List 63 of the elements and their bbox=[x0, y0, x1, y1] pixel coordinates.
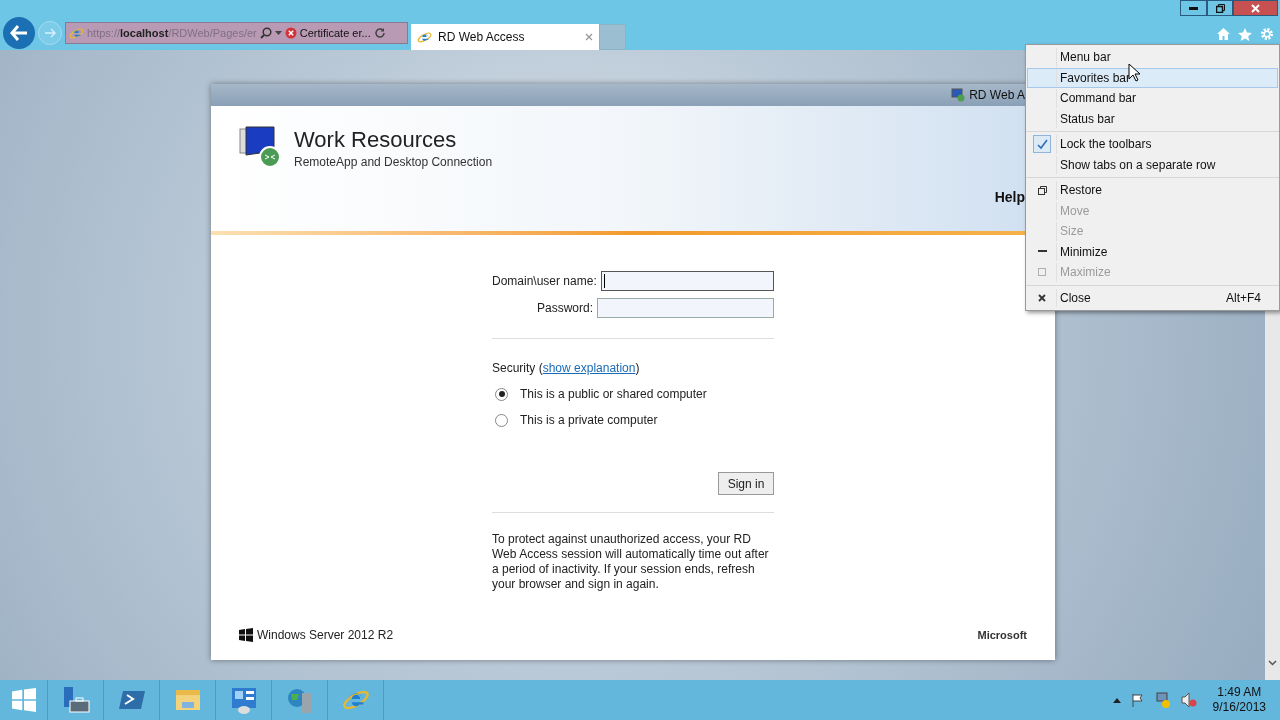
security-label: Security (show explanation) bbox=[492, 360, 641, 377]
menu-item[interactable]: Command bar bbox=[1027, 88, 1278, 109]
error-icon bbox=[284, 27, 297, 39]
certificate-error-text[interactable]: Certificate er... bbox=[299, 24, 371, 42]
menu-item[interactable]: Show tabs on a separate row bbox=[1027, 154, 1278, 175]
radio-button[interactable] bbox=[495, 387, 508, 401]
radio-label: This is a public or shared computer bbox=[520, 386, 707, 403]
star-icon[interactable] bbox=[1238, 27, 1252, 41]
mouse-cursor-icon bbox=[1128, 63, 1140, 82]
browser-tab[interactable]: RD Web Access bbox=[411, 24, 599, 50]
menu-item[interactable]: Lock the toolbars bbox=[1027, 134, 1278, 155]
refresh-icon[interactable] bbox=[373, 27, 386, 39]
restore-button[interactable] bbox=[1207, 0, 1233, 16]
radio-label: This is a private computer bbox=[520, 412, 658, 429]
show-hidden-icons[interactable] bbox=[1112, 697, 1121, 703]
minimize-icon bbox=[1189, 6, 1198, 10]
help-link[interactable]: Help bbox=[994, 187, 1025, 208]
windows-logo-icon bbox=[239, 628, 253, 642]
menu-item[interactable]: Restore bbox=[1027, 180, 1278, 201]
restore-icon bbox=[1215, 3, 1225, 13]
radio-button[interactable] bbox=[495, 413, 508, 427]
product-name: Windows Server 2012 R2 bbox=[257, 627, 394, 644]
clock-date[interactable]: 9/16/2013 bbox=[1212, 700, 1266, 715]
brand-name: Microsoft bbox=[977, 627, 1027, 643]
text-field[interactable] bbox=[600, 271, 774, 291]
close-tab-icon[interactable] bbox=[585, 33, 593, 41]
page-title: Work Resources bbox=[294, 127, 458, 153]
clock-time[interactable]: 1:49 AM bbox=[1217, 685, 1262, 700]
close-icon bbox=[1251, 3, 1260, 13]
menu-item[interactable]: Status bar bbox=[1027, 108, 1278, 129]
maximize-icon bbox=[1038, 268, 1046, 277]
scroll-down-icon[interactable] bbox=[1268, 660, 1277, 666]
menu-item[interactable]: Minimize bbox=[1027, 241, 1278, 262]
close-button[interactable] bbox=[1233, 0, 1278, 16]
shortcut-text: Alt+F4 bbox=[1226, 289, 1262, 307]
windows-logo-icon bbox=[11, 688, 36, 712]
minimize-button[interactable] bbox=[1180, 0, 1207, 16]
close-icon bbox=[1038, 293, 1046, 302]
network-warning-icon[interactable] bbox=[1154, 692, 1171, 708]
page-subtitle: RemoteApp and Desktop Connection bbox=[294, 154, 493, 171]
remote-desktop-icon bbox=[951, 88, 966, 102]
menu-item[interactable]: Close Alt+F4 bbox=[1027, 287, 1278, 308]
text-field[interactable] bbox=[597, 298, 774, 318]
home-icon[interactable] bbox=[1217, 28, 1230, 40]
sign-in-button[interactable]: Sign in bbox=[718, 472, 774, 495]
menu-item[interactable]: Favorites bar bbox=[1027, 67, 1278, 88]
settings-icon[interactable] bbox=[1260, 27, 1274, 41]
speaker-muted-icon[interactable] bbox=[1180, 692, 1197, 708]
timeout-notice: To protect against unauthorized access, your RD Web Access session will automatically time out after a period of inactivity. If your session ends, refresh your browser and sign in again. bbox=[492, 532, 770, 592]
caret-icon[interactable] bbox=[274, 31, 282, 35]
forward-arrow-icon bbox=[44, 28, 56, 38]
flag-icon[interactable] bbox=[1130, 693, 1145, 707]
back-arrow-icon bbox=[10, 25, 28, 41]
restore-icon bbox=[1037, 185, 1047, 195]
back-button[interactable] bbox=[3, 17, 35, 49]
url-text: https://localhost/RDWeb/Pages/er bbox=[87, 25, 257, 41]
field-label: Password: bbox=[536, 300, 593, 317]
menu-item[interactable]: Menu bar bbox=[1027, 47, 1278, 68]
field-label: Domain\user name: bbox=[492, 273, 597, 290]
search-icon[interactable] bbox=[259, 27, 272, 39]
address-bar[interactable]: https://localhost/RDWeb/Pages/er Certificate er... bbox=[65, 22, 408, 44]
minimize-icon bbox=[1037, 250, 1047, 254]
site-tab-label: RD Web A bbox=[969, 87, 1025, 104]
